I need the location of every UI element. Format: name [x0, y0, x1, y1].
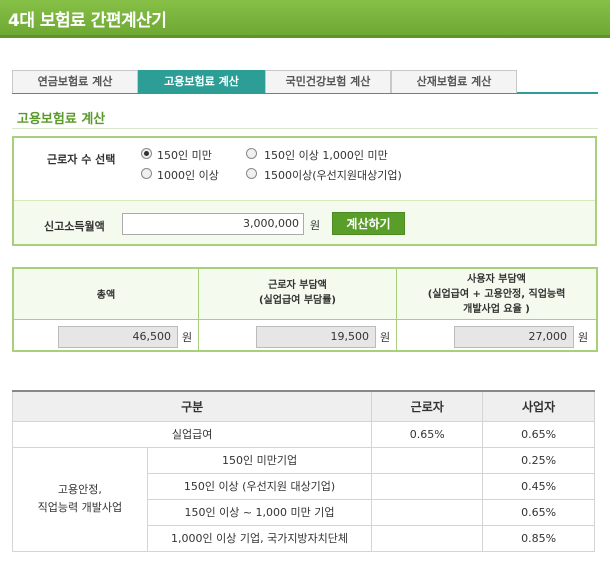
worker-col-header: 근로자: [371, 390, 484, 422]
tab-pension[interactable]: 연금보험료 계산: [12, 70, 138, 93]
employer-header: 사용자 부담액 (실업급여 + 고용안정, 직업능력 개발사업 요율 ): [397, 272, 596, 317]
group-label-line-2: 직업능력 개발사업: [37, 501, 123, 514]
income-label: 신고소득월액: [44, 220, 105, 233]
row-label: 150인 이상 ~ 1,000 미만 기업: [146, 498, 373, 526]
result-table: 총액 근로자 부담액 (실업급여 부담률) 사용자 부담액 (실업급여 + 고용…: [12, 267, 598, 352]
unemployment-label: 실업급여: [11, 420, 373, 448]
radio-150-to-1000[interactable]: [246, 148, 257, 159]
radio-priority-support[interactable]: [246, 168, 257, 179]
radio-label-150-to-1000: 150인 이상 1,000인 미만: [264, 149, 388, 162]
total-header: 총액: [96, 290, 116, 301]
tab-health[interactable]: 국민건강보험 계산: [265, 70, 391, 93]
section-divider: [12, 128, 598, 129]
row-employer-rate: 0.25%: [482, 446, 595, 474]
tab-bar: 연금보험료 계산 고용보험료 계산 국민건강보험 계산 산재보험료 계산: [12, 70, 598, 94]
total-unit: 원: [182, 331, 193, 344]
app-title: 4대 보험료 간편계산기: [8, 11, 167, 31]
radio-under-150[interactable]: [141, 148, 152, 159]
rates-table: 구분 근로자 사업자 실업급여 0.65% 0.65% 고용안정, 직업능력 개…: [11, 390, 595, 552]
row-worker-rate: [371, 446, 484, 474]
section-title: 고용보험료 계산: [17, 112, 106, 127]
worker-amount-field: 19,500: [256, 326, 376, 348]
row-employer-rate: 0.45%: [482, 472, 595, 500]
row-label: 150인 이상 (우선지원 대상기업): [146, 472, 373, 500]
category-header: 구분: [11, 390, 373, 422]
employer-unit: 원: [578, 331, 589, 344]
employer-col-header: 사업자: [482, 390, 595, 422]
unemployment-employer-rate: 0.65%: [482, 420, 595, 448]
calculate-button[interactable]: 계산하기: [332, 212, 405, 235]
tab-industrial[interactable]: 산재보험료 계산: [391, 70, 517, 93]
row-employer-rate: 0.65%: [482, 498, 595, 526]
row-worker-rate: [371, 524, 484, 552]
worker-unit: 원: [380, 331, 391, 344]
unemployment-worker-rate: 0.65%: [371, 420, 484, 448]
employer-header-line-1: 사용자 부담액: [467, 274, 526, 285]
title-bar: 4대 보험료 간편계산기: [0, 0, 610, 38]
employer-amount-field: 27,000: [454, 326, 574, 348]
radio-label-priority-support: 1500이상(우선지원대상기업): [264, 169, 402, 182]
employer-header-line-2: (실업급여 + 고용안정, 직업능력: [427, 289, 566, 300]
row-label: 150인 미만기업: [146, 446, 373, 474]
total-amount-field: 46,500: [58, 326, 178, 348]
row-worker-rate: [371, 472, 484, 500]
group-label-line-1: 고용안정,: [57, 483, 102, 496]
income-unit: 원: [310, 219, 321, 232]
row-label: 1,000인 이상 기업, 국가지방자치단체: [146, 524, 373, 552]
table-row: 실업급여 0.65% 0.65%: [11, 420, 595, 448]
tab-employment[interactable]: 고용보험료 계산: [138, 70, 265, 93]
row-employer-rate: 0.85%: [482, 524, 595, 552]
table-row: 고용안정, 직업능력 개발사업 150인 미만기업 0.25%: [12, 446, 595, 552]
worker-header-line-1: 근로자 부담액: [268, 280, 327, 291]
worker-header-line-2: (실업급여 부담률): [258, 295, 337, 306]
calc-form: 근로자 수 선택 150인 미만 150인 이상 1,000인 미만 1000인…: [12, 136, 597, 246]
rates-header-row: 구분 근로자 사업자: [11, 390, 595, 422]
employer-header-line-3: 개발사업 요율 ): [463, 304, 530, 315]
worker-header: 근로자 부담액 (실업급여 부담률): [199, 278, 396, 308]
group-label: 고용안정, 직업능력 개발사업: [12, 446, 148, 552]
income-input[interactable]: 3,000,000: [122, 213, 304, 235]
radio-label-over-1000: 1000인 이상: [157, 169, 219, 182]
radio-label-under-150: 150인 미만: [157, 149, 212, 162]
row-worker-rate: [371, 498, 484, 526]
radio-over-1000[interactable]: [141, 168, 152, 179]
worker-count-label: 근로자 수 선택: [47, 153, 116, 166]
